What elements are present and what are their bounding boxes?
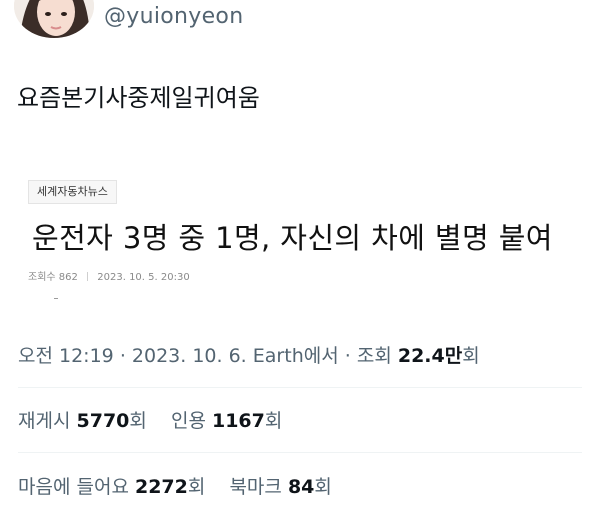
- article-headline: 운전자 3명 중 1명, 자신의 차에 별명 붙여: [32, 221, 553, 255]
- meta-dot: ·: [119, 345, 132, 367]
- bookmarks-stat[interactable]: 북마크 84회: [229, 476, 331, 498]
- likes-suffix: 회: [187, 476, 206, 498]
- avatar[interactable]: [14, 0, 94, 38]
- meta-dot: ·: [344, 345, 357, 367]
- tweet-text: 요즘본기사중제일귀여움: [17, 84, 260, 112]
- likes-count: 2272: [134, 476, 188, 498]
- retweets-count: 5770: [76, 410, 130, 432]
- article-image[interactable]: 세계자동차뉴스 운전자 3명 중 1명, 자신의 차에 별명 붙여 조회수 86…: [20, 172, 580, 300]
- divider: [18, 452, 582, 453]
- tweet-meta: 오전 12:19 · 2023. 10. 6. Earth에서 · 조회 22.…: [18, 341, 480, 368]
- tweet-date[interactable]: 2023. 10. 6.: [132, 345, 247, 367]
- quotes-label: 인용: [170, 410, 206, 432]
- engagement-stats-2: 마음에 들어요 2272회 북마크 84회: [18, 472, 332, 499]
- retweets-suffix: 회: [129, 410, 147, 432]
- bookmarks-count: 84: [287, 476, 315, 498]
- article-views-count: 862: [58, 272, 78, 283]
- article-divider: [54, 298, 58, 299]
- article-views-label: 조회수: [28, 272, 56, 283]
- tweet-time[interactable]: 오전 12:19: [18, 345, 114, 367]
- quotes-suffix: 회: [264, 410, 283, 432]
- divider: [18, 387, 582, 388]
- engagement-stats: 재게시 5770회 인용 1167회: [18, 406, 282, 433]
- tweet-place: Earth에서: [252, 345, 339, 367]
- bookmarks-label: 북마크: [229, 476, 282, 498]
- bookmarks-suffix: 회: [314, 476, 332, 498]
- retweets-stat[interactable]: 재게시 5770회: [18, 410, 153, 432]
- likes-stat[interactable]: 마음에 들어요 2272회: [18, 476, 211, 498]
- meta-separator: [87, 272, 89, 281]
- views-suffix: 회: [462, 345, 480, 367]
- author-handle[interactable]: @yuionyeon: [104, 4, 243, 29]
- quotes-count: 1167: [211, 410, 265, 432]
- likes-label: 마음에 들어요: [18, 476, 129, 498]
- quotes-stat[interactable]: 인용 1167회: [171, 410, 282, 432]
- article-source-badge: 세계자동차뉴스: [28, 180, 117, 204]
- views-count: 22.4만: [397, 345, 463, 367]
- article-date: 2023. 10. 5. 20:30: [97, 272, 190, 283]
- retweets-label: 재게시: [18, 410, 71, 432]
- article-meta: 조회수 862 2023. 10. 5. 20:30: [28, 268, 190, 283]
- views-label: 조회: [356, 345, 392, 367]
- avatar-photo-icon: [14, 0, 94, 38]
